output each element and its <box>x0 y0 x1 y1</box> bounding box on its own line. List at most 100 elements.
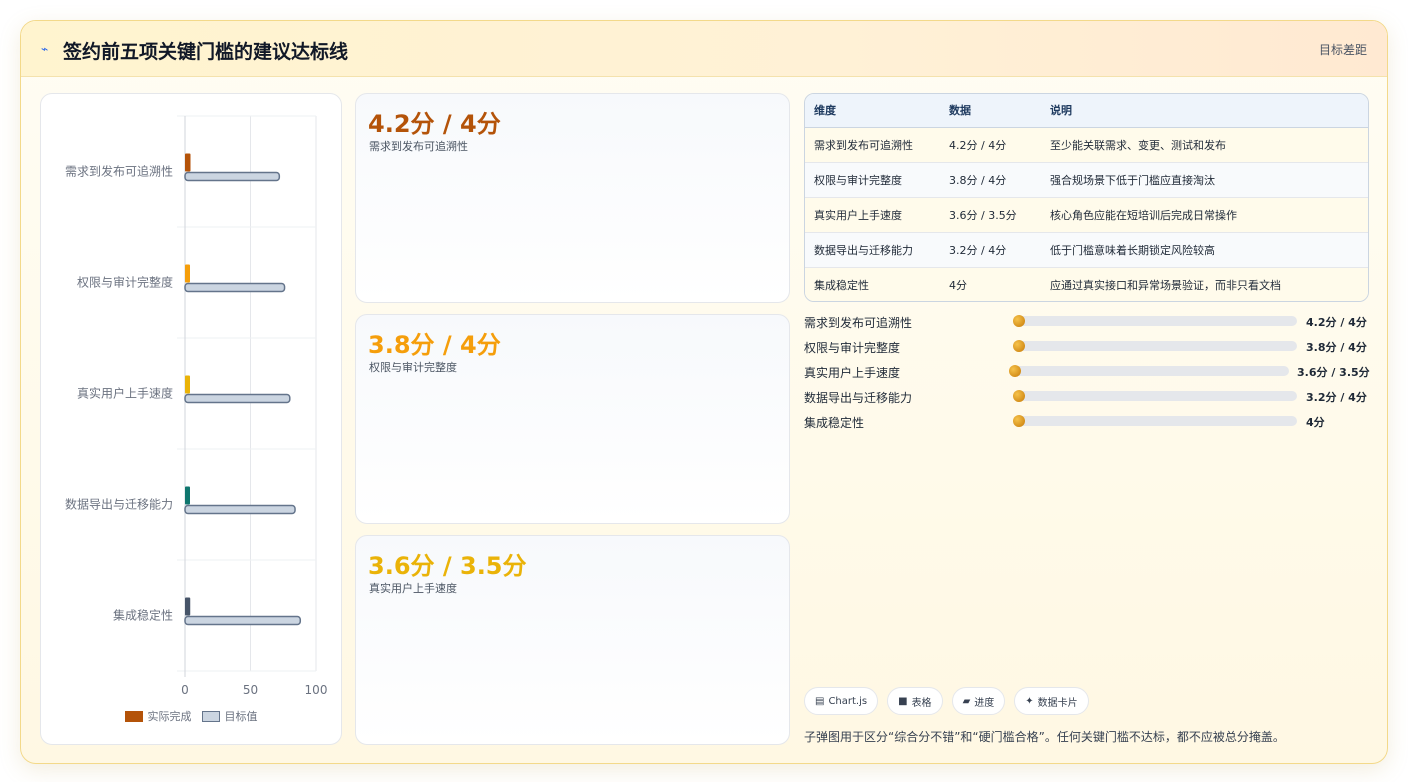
category-label: 数据导出与迁移能力 <box>65 497 173 512</box>
table-cell: 3.2分 / 4分 <box>940 232 1041 268</box>
chip-label: 表格 <box>911 697 932 709</box>
progress-knob <box>1013 415 1025 427</box>
stat-card-label: 真实用户上手速度 <box>369 582 457 595</box>
bar-target <box>184 615 302 626</box>
bullet-chart: 需求到发布可追溯性权限与审计完整度真实用户上手速度数据导出与迁移能力集成稳定性 0… <box>65 115 328 697</box>
x-tick-label: 100 <box>305 683 328 697</box>
table-row: 需求到发布可追溯性 4.2分 / 4分 至少能关联需求、变更、测试和发布 <box>805 127 1368 163</box>
table-cell: 强合规场景下低于门槛应直接淘汰 <box>1041 162 1368 198</box>
chip-data-cards[interactable]: ✦ 数据卡片 <box>1014 687 1089 715</box>
table-row: 集成稳定性 4分 应通过真实接口和异常场景验证，而非只看文档 <box>805 267 1368 301</box>
gap-label: 目标差距 <box>1318 43 1367 57</box>
table-cell: 3.6分 / 3.5分 <box>940 197 1041 233</box>
progress-knob <box>1013 390 1025 402</box>
table-cell: 3.8分 / 4分 <box>940 162 1041 198</box>
chart-line-icon: ⌁ <box>41 42 49 56</box>
progress-track <box>1013 415 1297 427</box>
bar-actual <box>185 153 191 172</box>
stat-card-value: 3.8分 / 4分 <box>368 331 501 359</box>
table-cell: 权限与审计完整度 <box>805 162 940 198</box>
stat-card: 4.2分 / 4分 需求到发布可追溯性 <box>355 93 790 303</box>
table-cell: 至少能关联需求、变更、测试和发布 <box>1041 127 1368 163</box>
chip-table[interactable]: ■ 表格 <box>887 687 943 715</box>
progress-row: 权限与审计完整度 3.8分 / 4分 <box>804 338 1372 363</box>
progress-knob <box>1013 315 1025 327</box>
table-cell: 核心角色应能在短培训后完成日常操作 <box>1041 197 1368 233</box>
column-header-dimension[interactable]: 维度 <box>805 94 940 128</box>
chip-label: Chart.js <box>828 695 868 707</box>
progress-list: 需求到发布可追溯性 4.2分 / 4分 权限与审计完整度 3.8分 / 4分 真… <box>804 313 1372 438</box>
stat-card: 3.8分 / 4分 权限与审计完整度 <box>355 314 790 524</box>
table-cell: 数据导出与迁移能力 <box>805 232 940 268</box>
chip-label: 进度 <box>974 697 995 709</box>
progress-icon: ▰ <box>962 695 971 707</box>
table-row: 数据导出与迁移能力 3.2分 / 4分 低于门槛意味着长期锁定风险较高 <box>805 232 1368 268</box>
bar-target <box>184 282 286 293</box>
legend-item-target[interactable]: 目标值 <box>201 708 258 724</box>
progress-track <box>1013 340 1297 352</box>
stat-card-label: 需求到发布可追溯性 <box>369 140 468 153</box>
progress-track <box>1013 390 1297 402</box>
stat-card-label: 权限与审计完整度 <box>369 361 457 374</box>
progress-row: 集成稳定性 4分 <box>804 413 1372 438</box>
progress-row: 真实用户上手速度 3.6分 / 3.5分 <box>804 363 1372 388</box>
bar-actual <box>185 264 190 283</box>
progress-value: 3.2分 / 4分 <box>1306 391 1367 404</box>
progress-track <box>1013 315 1297 327</box>
progress-label: 需求到发布可追溯性 <box>804 316 913 330</box>
legend-label-target: 目标值 <box>224 710 258 723</box>
progress-value: 3.8分 / 4分 <box>1306 341 1367 354</box>
table-cell: 4.2分 / 4分 <box>940 127 1041 163</box>
chip-label: 数据卡片 <box>1037 697 1078 709</box>
category-label: 集成稳定性 <box>113 608 173 623</box>
x-tick-label: 0 <box>181 683 189 697</box>
progress-label: 集成稳定性 <box>804 416 865 430</box>
bar-actual <box>185 597 191 616</box>
stat-card: 3.6分 / 3.5分 真实用户上手速度 <box>355 535 790 745</box>
table-cell: 4分 <box>940 267 1041 301</box>
table-cell: 低于门槛意味着长期锁定风险较高 <box>1041 232 1368 268</box>
bar-target <box>184 171 281 182</box>
progress-value: 4.2分 / 4分 <box>1306 316 1367 329</box>
bar-target <box>184 504 296 515</box>
progress-label: 权限与审计完整度 <box>804 341 901 355</box>
bar-target <box>184 393 291 404</box>
bar-actual <box>185 375 190 394</box>
column-header-note[interactable]: 说明 <box>1041 94 1368 128</box>
feature-chips: ▤ Chart.js ■ 表格 ▰ 进度 ✦ 数据卡片 <box>804 687 1089 715</box>
legend-swatch-target <box>201 710 220 722</box>
chip-progress[interactable]: ▰ 进度 <box>951 687 1006 715</box>
chip-chartjs[interactable]: ▤ Chart.js <box>804 687 879 715</box>
table-icon: ■ <box>898 695 908 707</box>
progress-row: 需求到发布可追溯性 4.2分 / 4分 <box>804 313 1372 338</box>
bar-actual <box>185 486 190 505</box>
category-label: 真实用户上手速度 <box>77 386 173 401</box>
table-cell: 集成稳定性 <box>805 267 940 301</box>
stat-card-value: 3.6分 / 3.5分 <box>368 552 527 580</box>
progress-label: 数据导出与迁移能力 <box>804 391 913 405</box>
sparkle-icon: ✦ <box>1025 695 1034 707</box>
table-row: 真实用户上手速度 3.6分 / 3.5分 核心角色应能在短培训后完成日常操作 <box>805 197 1368 233</box>
chart-legend: 实际完成 目标值 <box>41 708 341 724</box>
table-cell: 真实用户上手速度 <box>805 197 940 233</box>
progress-label: 真实用户上手速度 <box>804 366 901 380</box>
chart-icon: ▤ <box>815 695 825 707</box>
dashboard-card: ⌁ 签约前五项关键门槛的建议达标线 目标差距 需求到发布可追溯性 权限与审计完整度… <box>20 20 1388 764</box>
legend-label-actual: 实际完成 <box>147 710 192 723</box>
progress-value: 4分 <box>1306 416 1325 429</box>
column-header-data[interactable]: 数据 <box>940 94 1041 128</box>
bullet-chart-panel: 需求到发布可追溯性 权限与审计完整度 真实用户上手速度 数据导出与迁移能力 集成稳定性 0… <box>40 93 342 745</box>
threshold-table: 维度 数据 说明 需求到发布可追溯性 4.2分 / 4分 至少能关联需求、变更、测试… <box>804 93 1369 302</box>
legend-item-actual[interactable]: 实际完成 <box>124 708 192 724</box>
table-row: 权限与审计完整度 3.8分 / 4分 强合规场景下低于门槛应直接淘汰 <box>805 162 1368 198</box>
progress-knob <box>1013 340 1025 352</box>
table-cell: 应通过真实接口和异常场景验证，而非只看文档 <box>1041 267 1368 301</box>
stat-card-value: 4.2分 / 4分 <box>368 110 501 138</box>
category-label: 权限与审计完整度 <box>77 275 173 290</box>
table-cell: 需求到发布可追溯性 <box>805 127 940 163</box>
legend-swatch-actual <box>124 710 143 722</box>
x-tick-label: 50 <box>243 683 258 697</box>
progress-row: 数据导出与迁移能力 3.2分 / 4分 <box>804 388 1372 413</box>
page-title: 签约前五项关键门槛的建议达标线 <box>63 41 349 63</box>
footnote: 子弹图用于区分“综合分不错”和“硬门槛合格”。任何关键门槛不达标，都不应被总分掩… <box>804 730 1285 744</box>
